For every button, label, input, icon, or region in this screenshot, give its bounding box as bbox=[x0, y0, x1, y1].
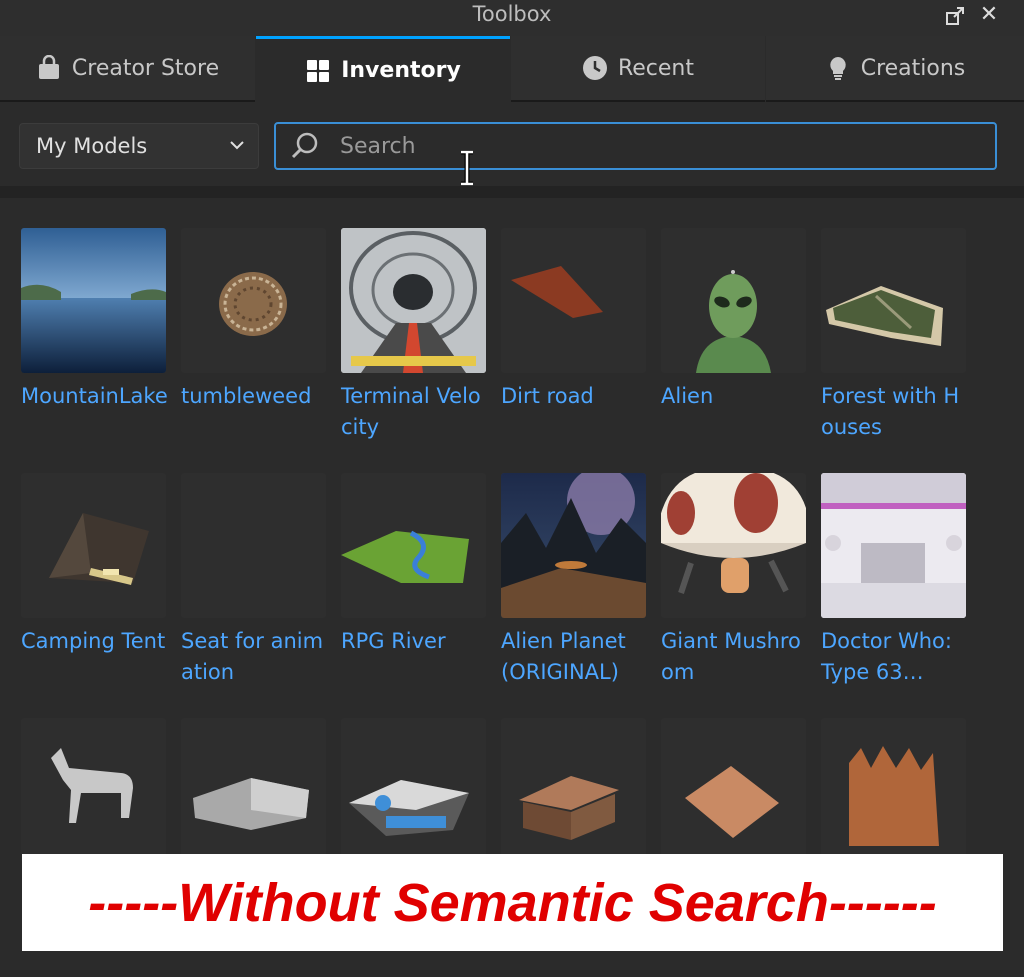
asset-name[interactable]: RPG River bbox=[341, 626, 491, 657]
asset-card[interactable]: Doctor Who: Type 63… bbox=[821, 473, 971, 688]
asset-card[interactable]: Dirt road bbox=[501, 228, 651, 412]
asset-thumbnail bbox=[821, 473, 966, 618]
asset-card[interactable]: Terminal Velocity bbox=[341, 228, 491, 443]
asset-card[interactable]: Alien Planet (ORIGINAL) bbox=[501, 473, 651, 688]
asset-card[interactable]: Camping Tent bbox=[21, 473, 171, 657]
asset-card[interactable]: MountainLake bbox=[21, 228, 171, 412]
chevron-down-icon bbox=[230, 141, 244, 150]
asset-card[interactable] bbox=[821, 718, 971, 863]
tab-label: Recent bbox=[617, 55, 695, 81]
search-box[interactable] bbox=[274, 122, 997, 170]
asset-name[interactable]: MountainLake bbox=[21, 381, 171, 412]
close-icon[interactable]: ✕ bbox=[978, 4, 1000, 26]
asset-name[interactable]: Alien Planet (ORIGINAL) bbox=[501, 626, 651, 688]
asset-card[interactable]: Forest with Houses bbox=[821, 228, 971, 443]
asset-name[interactable]: Forest with Houses bbox=[821, 381, 971, 443]
grid-icon bbox=[307, 59, 330, 82]
asset-card[interactable] bbox=[341, 718, 491, 863]
divider bbox=[0, 186, 1024, 198]
tab-bar: Creator Store Inventory Recent Creations bbox=[0, 36, 1024, 104]
asset-card[interactable]: tumbleweed bbox=[181, 228, 331, 412]
asset-thumbnail bbox=[501, 473, 646, 618]
asset-card[interactable] bbox=[21, 718, 171, 863]
asset-thumbnail bbox=[501, 718, 646, 863]
asset-name[interactable]: tumbleweed bbox=[181, 381, 331, 412]
asset-thumbnail bbox=[821, 718, 966, 863]
asset-thumbnail bbox=[661, 228, 806, 373]
asset-thumbnail bbox=[341, 228, 486, 373]
asset-card[interactable]: Alien bbox=[661, 228, 811, 412]
asset-thumbnail bbox=[21, 718, 166, 863]
clock-icon bbox=[582, 56, 607, 80]
caption-banner: -----Without Semantic Search------ bbox=[22, 854, 1003, 951]
title-bar: Toolbox ✕ bbox=[0, 0, 1024, 36]
asset-thumbnail bbox=[341, 473, 486, 618]
lightbulb-icon bbox=[830, 57, 846, 80]
asset-thumbnail bbox=[21, 228, 166, 373]
asset-card[interactable] bbox=[661, 718, 811, 863]
asset-name[interactable]: Camping Tent bbox=[21, 626, 171, 657]
text-cursor-icon bbox=[461, 150, 473, 186]
asset-thumbnail bbox=[661, 718, 806, 863]
asset-card[interactable] bbox=[501, 718, 651, 863]
asset-thumbnail bbox=[821, 228, 966, 373]
tab-creator-store[interactable]: Creator Store bbox=[0, 36, 255, 102]
undock-icon[interactable] bbox=[944, 5, 966, 27]
asset-thumbnail bbox=[181, 228, 326, 373]
asset-name[interactable]: Doctor Who: Type 63… bbox=[821, 626, 971, 688]
asset-name[interactable]: Seat for animation bbox=[181, 626, 331, 688]
asset-thumbnail bbox=[661, 473, 806, 618]
asset-card[interactable]: RPG River bbox=[341, 473, 491, 657]
dropdown-value: My Models bbox=[36, 134, 148, 158]
asset-thumbnail bbox=[181, 718, 326, 863]
tab-label: Inventory bbox=[341, 58, 461, 83]
search-icon bbox=[291, 132, 318, 159]
asset-name[interactable]: Dirt road bbox=[501, 381, 651, 412]
window-title: Toolbox bbox=[472, 2, 552, 26]
asset-thumbnail bbox=[501, 228, 646, 373]
asset-thumbnail bbox=[181, 473, 326, 618]
bag-icon bbox=[38, 55, 59, 79]
category-dropdown[interactable]: My Models bbox=[19, 123, 259, 169]
asset-name[interactable]: Alien bbox=[661, 381, 811, 412]
tab-label: Creations bbox=[860, 55, 966, 81]
asset-name[interactable]: Terminal Velocity bbox=[341, 381, 491, 443]
asset-name[interactable]: Giant Mushroom bbox=[661, 626, 811, 688]
asset-thumbnail bbox=[341, 718, 486, 863]
tab-label: Creator Store bbox=[71, 55, 220, 81]
asset-card[interactable]: Seat for animation bbox=[181, 473, 331, 688]
tab-inventory[interactable]: Inventory bbox=[256, 36, 510, 102]
asset-card[interactable] bbox=[181, 718, 331, 863]
search-input[interactable] bbox=[338, 132, 942, 160]
asset-card[interactable]: Giant Mushroom bbox=[661, 473, 811, 688]
tab-recent[interactable]: Recent bbox=[511, 36, 765, 102]
asset-thumbnail bbox=[21, 473, 166, 618]
tab-creations[interactable]: Creations bbox=[766, 36, 1024, 102]
banner-text: -----Without Semantic Search------ bbox=[88, 872, 937, 933]
